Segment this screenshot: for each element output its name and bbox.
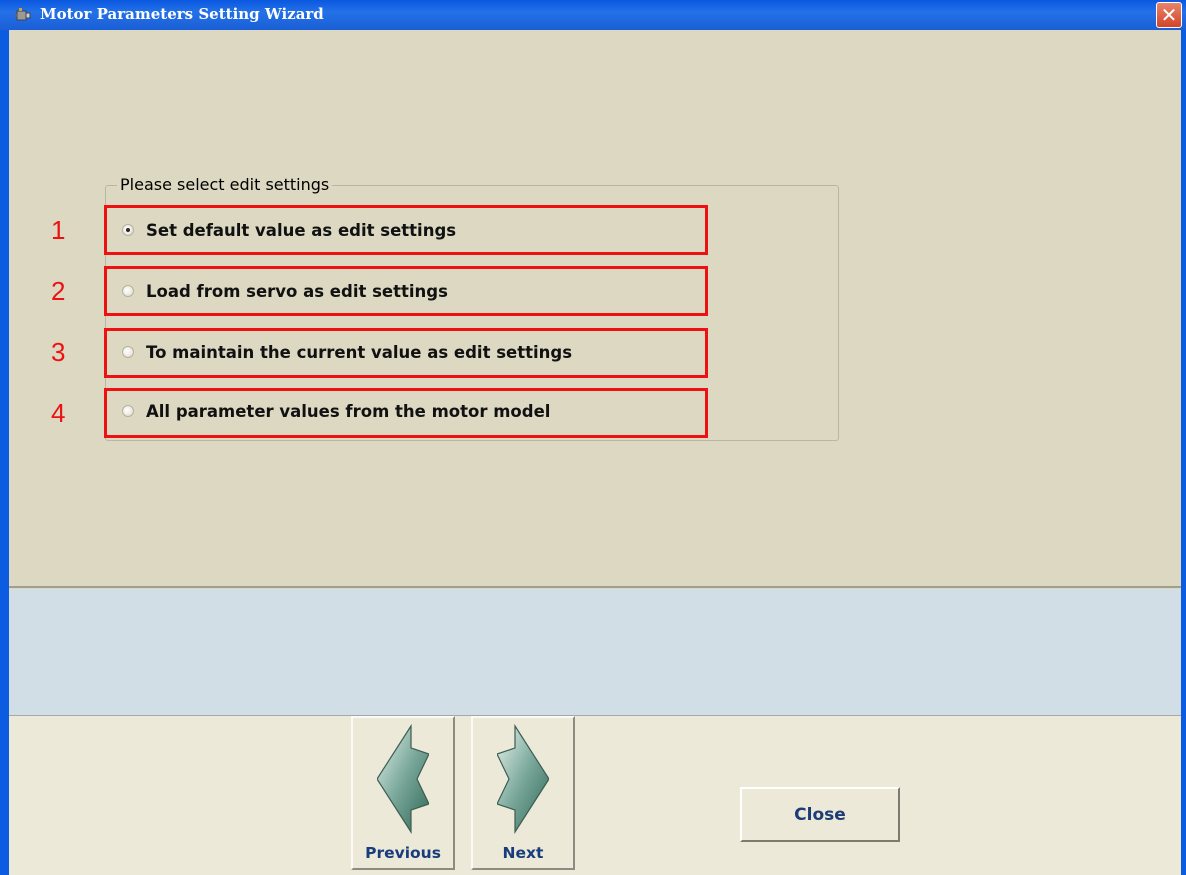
previous-button[interactable]: Previous [351, 716, 455, 870]
annotation-number-3: 3 [51, 337, 66, 367]
radio-set-default[interactable] [122, 224, 134, 236]
window-close-button[interactable]: ✕ [1156, 2, 1182, 28]
close-button[interactable]: Close [740, 787, 900, 842]
option-label: Set default value as edit settings [146, 220, 457, 240]
annotation-number-4: 4 [51, 398, 66, 428]
next-label: Next [502, 844, 544, 862]
motor-app-icon [15, 8, 31, 21]
radio-motor-model[interactable] [122, 405, 134, 417]
main-panel: Please select edit settings 1 Set defaul… [9, 30, 1181, 588]
arrow-left-icon [377, 724, 429, 834]
radio-maintain-current[interactable] [122, 346, 134, 358]
title-bar: Motor Parameters Setting Wizard ✕ [0, 0, 1186, 30]
option-label: Load from servo as edit settings [146, 281, 448, 301]
wizard-content: Please select edit settings 1 Set defaul… [9, 30, 1181, 875]
annotation-number-1: 1 [51, 215, 66, 245]
groupbox-title: Please select edit settings [117, 175, 333, 194]
option-maintain-current[interactable]: To maintain the current value as edit se… [122, 339, 572, 365]
next-button[interactable]: Next [471, 716, 575, 870]
option-label: To maintain the current value as edit se… [146, 342, 573, 362]
info-panel [9, 589, 1181, 716]
option-set-default[interactable]: Set default value as edit settings [122, 217, 456, 243]
window-frame-right [1181, 30, 1186, 875]
wizard-window: Motor Parameters Setting Wizard ✕ Please… [0, 0, 1186, 875]
previous-label: Previous [365, 844, 441, 862]
close-icon: ✕ [1160, 3, 1178, 27]
option-motor-model[interactable]: All parameter values from the motor mode… [122, 398, 550, 424]
arrow-right-icon [497, 724, 549, 834]
option-label: All parameter values from the motor mode… [146, 401, 551, 421]
radio-load-from-servo[interactable] [122, 285, 134, 297]
option-load-from-servo[interactable]: Load from servo as edit settings [122, 278, 448, 304]
window-frame-left [0, 30, 9, 875]
annotation-number-2: 2 [51, 276, 66, 306]
window-title: Motor Parameters Setting Wizard [40, 5, 324, 23]
button-panel [9, 716, 1181, 875]
